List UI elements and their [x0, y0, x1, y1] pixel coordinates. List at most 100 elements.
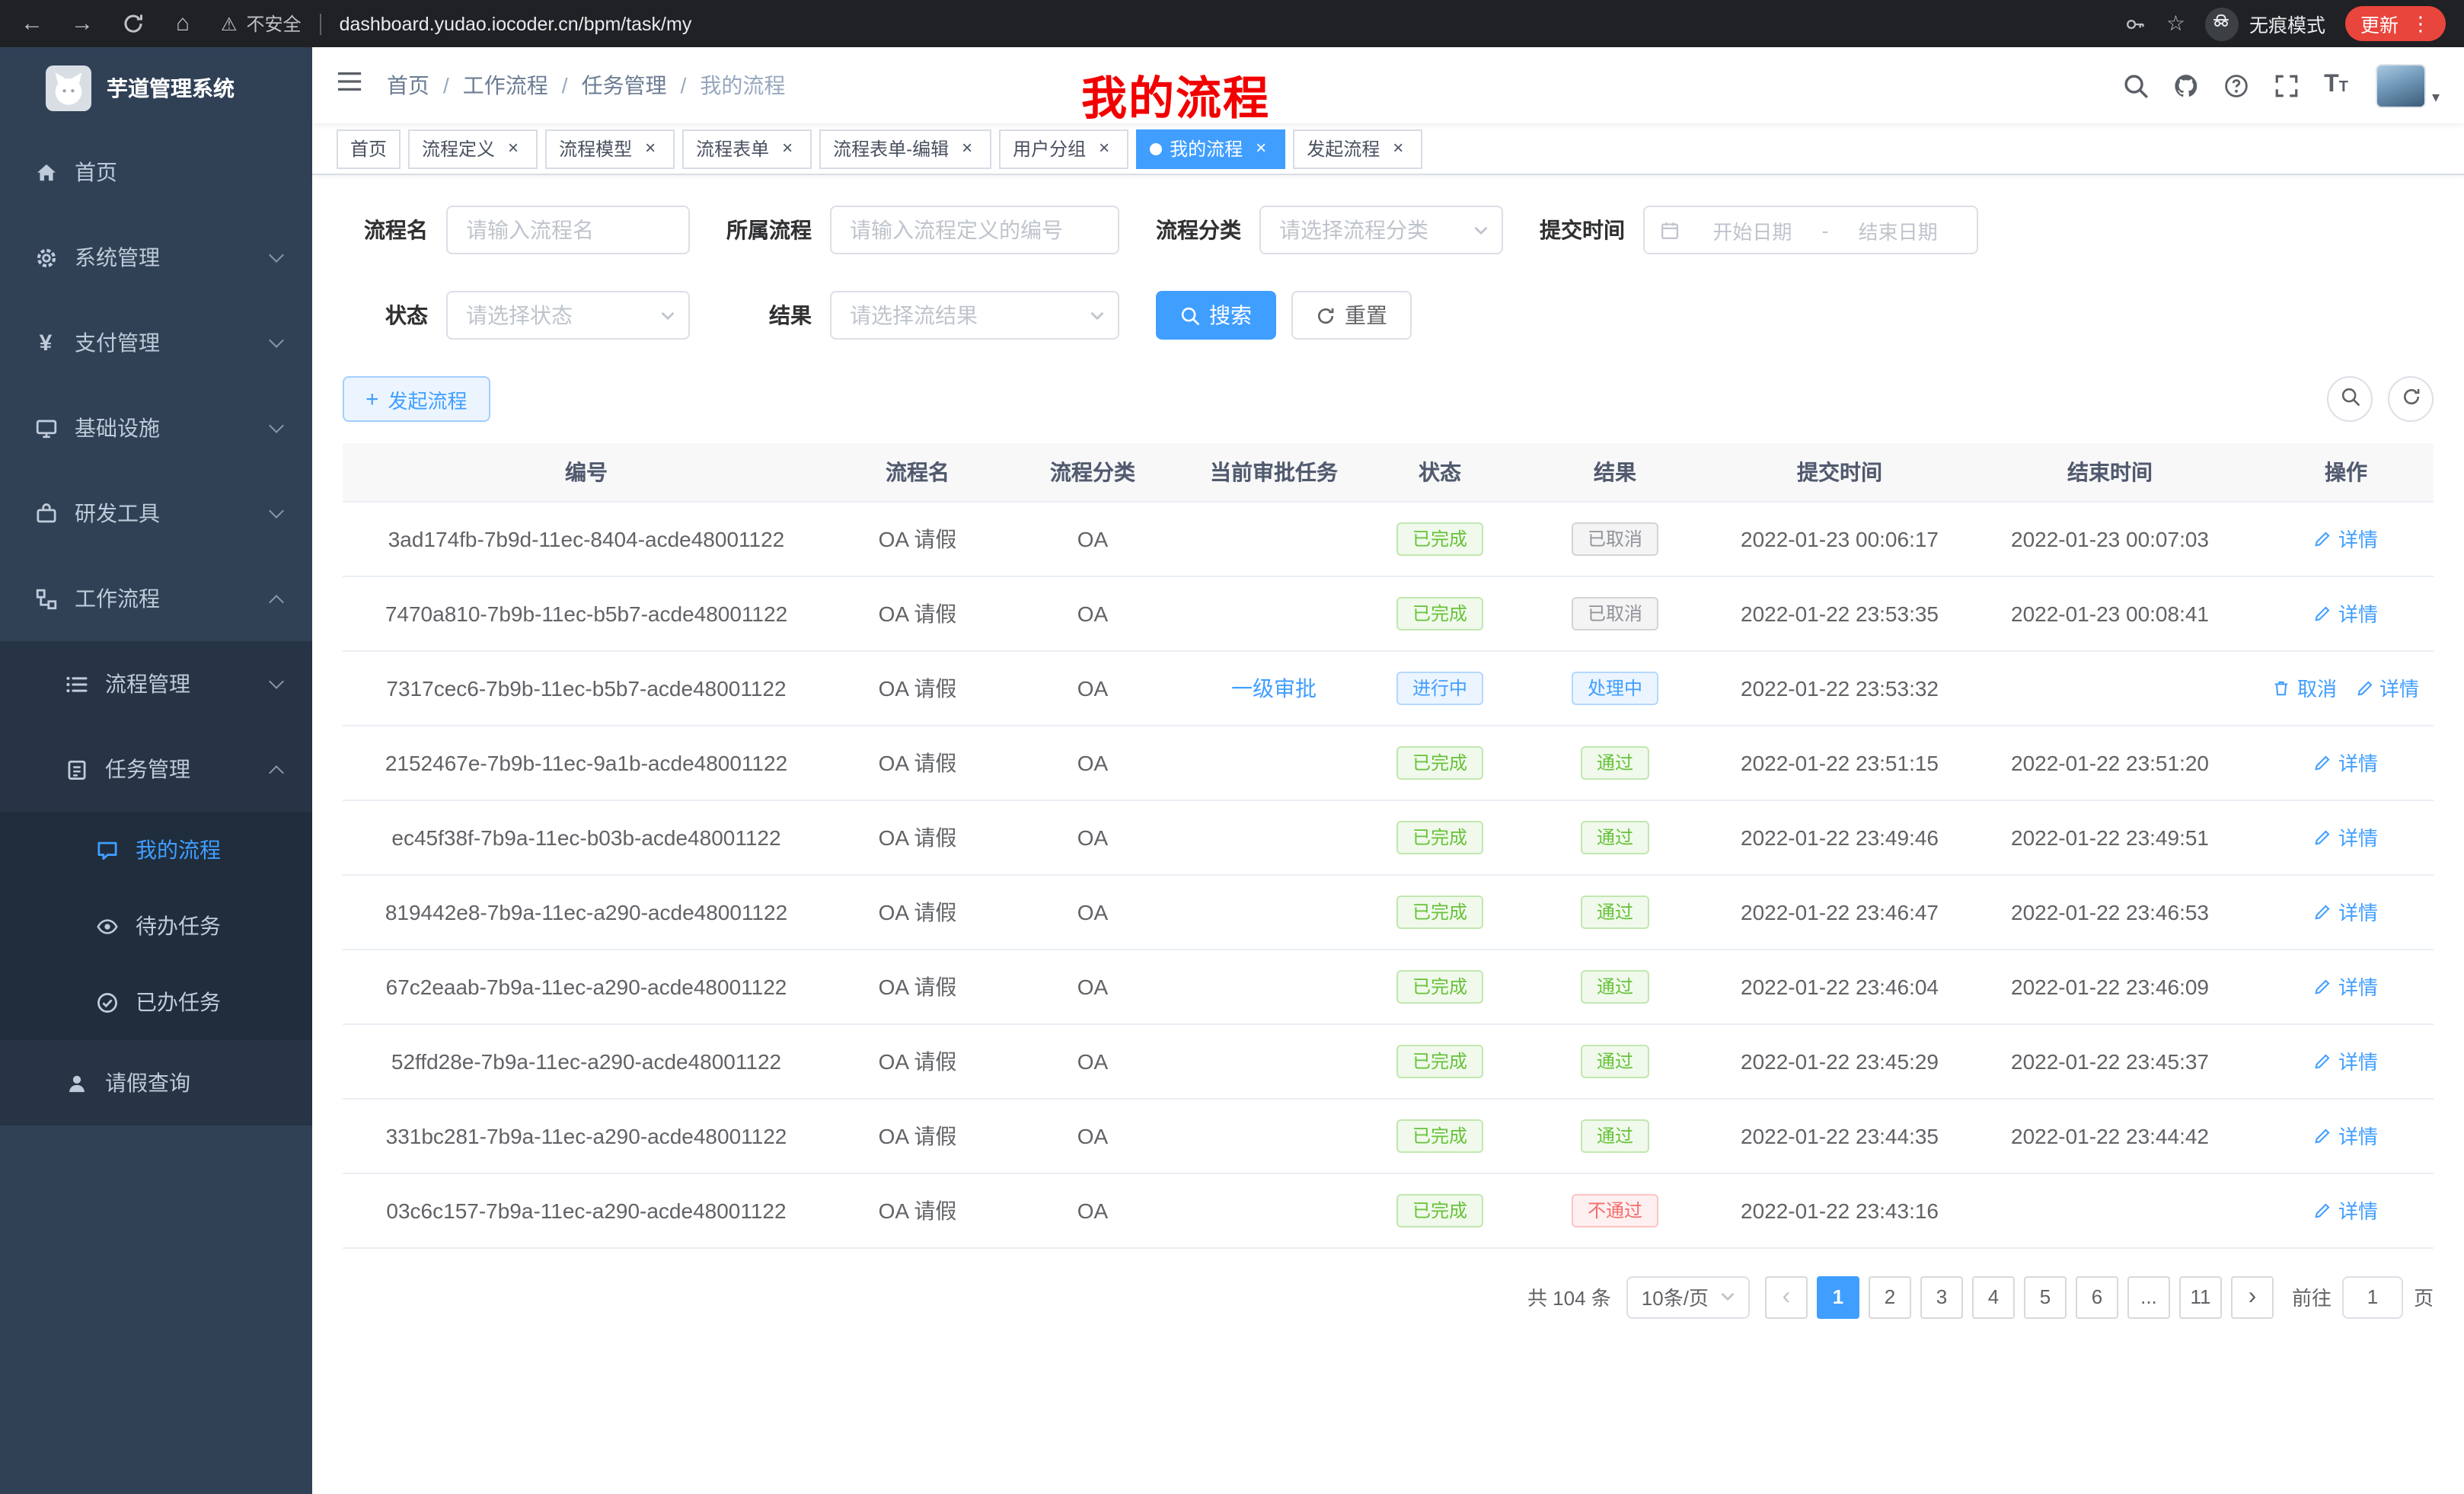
tab-label: 流程表单 [696, 136, 769, 161]
sidebar-item-home[interactable]: 首页 [0, 129, 312, 215]
cell-process-name: OA 请假 [830, 874, 1005, 949]
next-page-button[interactable]: › [2231, 1275, 2274, 1318]
address-bar[interactable]: dashboard.yudao.iocoder.cn/bpm/task/my [340, 13, 2107, 34]
cell-id: 7317cec6-7b9b-11ec-b5b7-acde48001122 [343, 650, 830, 725]
page-button-11[interactable]: 11 [2179, 1275, 2222, 1318]
process-name-input[interactable] [446, 206, 690, 254]
column-header: 编号 [343, 443, 830, 501]
page-button-1[interactable]: 1 [1817, 1275, 1859, 1318]
hamburger-icon[interactable] [337, 69, 362, 102]
detail-link[interactable]: 详情 [2314, 822, 2378, 851]
reload-icon[interactable] [119, 12, 146, 35]
status-select[interactable]: 请选择状态 [446, 291, 690, 340]
tab-发起流程[interactable]: 发起流程× [1293, 129, 1422, 168]
sidebar-item-infrastructure[interactable]: 基础设施 [0, 385, 312, 471]
create-process-button[interactable]: + 发起流程 [343, 376, 490, 422]
refresh-table-button[interactable] [2388, 376, 2434, 422]
sidebar-item-my-process[interactable]: 我的流程 [0, 812, 312, 888]
category-select[interactable]: 请选择流程分类 [1259, 206, 1503, 254]
reset-button[interactable]: 重置 [1291, 291, 1412, 340]
page-button-4[interactable]: 4 [1972, 1275, 2015, 1318]
pencil-icon [2314, 529, 2332, 547]
search-button[interactable]: 搜索 [1156, 291, 1276, 340]
page-size-select[interactable]: 10条/页 [1626, 1275, 1750, 1318]
current-task-link[interactable]: 一级审批 [1231, 675, 1317, 700]
detail-link[interactable]: 详情 [2314, 599, 2378, 627]
browser-menu-icon[interactable]: ⋮ [2411, 11, 2430, 36]
detail-link[interactable]: 详情 [2314, 972, 2378, 1001]
sidebar-item-devtools[interactable]: 研发工具 [0, 471, 312, 556]
tab-流程表单-编辑[interactable]: 流程表单-编辑× [819, 129, 991, 168]
app-logo[interactable]: 芋道管理系统 [0, 47, 312, 129]
cell-actions: 取消详情 [2258, 650, 2434, 725]
detail-link[interactable]: 详情 [2314, 748, 2378, 777]
close-icon[interactable]: × [777, 138, 798, 159]
browser-update-button[interactable]: 更新 ⋮ [2345, 6, 2446, 41]
cancel-link[interactable]: 取消 [2273, 673, 2337, 702]
cell-actions: 详情 [2258, 1098, 2434, 1173]
tab-首页[interactable]: 首页 [337, 129, 401, 168]
cell-category: OA [1005, 650, 1180, 725]
pencil-icon [2314, 1201, 2332, 1219]
search-button-label: 搜索 [1209, 300, 1252, 330]
close-icon[interactable]: × [1093, 138, 1115, 159]
goto-page-input[interactable] [2342, 1275, 2403, 1318]
sidebar-item-done-tasks[interactable]: 已办任务 [0, 964, 312, 1040]
detail-link[interactable]: 详情 [2314, 897, 2378, 926]
chevron-down-icon [659, 307, 676, 324]
breadcrumb-item[interactable]: 工作流程 [463, 70, 548, 101]
breadcrumb-item[interactable]: 首页 [387, 70, 429, 101]
sidebar-item-task-management[interactable]: 任务管理 [0, 726, 312, 812]
detail-link[interactable]: 详情 [2314, 524, 2378, 553]
close-icon[interactable]: × [1250, 138, 1272, 159]
sidebar-item-label: 基础设施 [75, 413, 271, 443]
close-icon[interactable]: × [503, 138, 524, 159]
user-menu[interactable]: ▾ [2376, 63, 2440, 107]
detail-link[interactable]: 详情 [2314, 1196, 2378, 1224]
column-header: 状态 [1368, 443, 1512, 501]
detail-link[interactable]: 详情 [2314, 1046, 2378, 1075]
tab-用户分组[interactable]: 用户分组× [999, 129, 1128, 168]
sidebar-item-todo-tasks[interactable]: 待办任务 [0, 888, 312, 964]
result-select[interactable]: 请选择流结果 [830, 291, 1119, 340]
detail-link[interactable]: 详情 [2355, 673, 2419, 702]
sidebar-item-process-management[interactable]: 流程管理 [0, 641, 312, 726]
search-icon[interactable] [2123, 72, 2149, 98]
tab-流程表单[interactable]: 流程表单 × [682, 129, 812, 168]
page-button-3[interactable]: 3 [1920, 1275, 1963, 1318]
github-icon[interactable] [2173, 72, 2199, 98]
sidebar-item-workflow[interactable]: 工作流程 [0, 556, 312, 641]
sidebar: 芋道管理系统 首页系统管理¥支付管理基础设施研发工具工作流程流程管理任务管理我的… [0, 47, 312, 1494]
sidebar-item-payment[interactable]: ¥支付管理 [0, 300, 312, 385]
sidebar-item-system[interactable]: 系统管理 [0, 215, 312, 300]
page-button-2[interactable]: 2 [1869, 1275, 1911, 1318]
tab-流程定义[interactable]: 流程定义× [408, 129, 538, 168]
page-button-5[interactable]: 5 [2024, 1275, 2067, 1318]
close-icon[interactable]: × [640, 138, 661, 159]
bookmark-star-icon[interactable]: ☆ [2166, 11, 2185, 37]
close-icon[interactable]: × [1387, 138, 1409, 159]
cell-process-name: OA 请假 [830, 1173, 1005, 1247]
sidebar-item-leave-query[interactable]: 请假查询 [0, 1040, 312, 1125]
breadcrumb-item[interactable]: 任务管理 [582, 70, 667, 101]
toggle-search-button[interactable] [2327, 376, 2373, 422]
page-button-6[interactable]: 6 [2076, 1275, 2118, 1318]
fullscreen-icon[interactable] [2274, 72, 2300, 98]
font-size-icon[interactable]: TT [2324, 72, 2348, 99]
close-icon[interactable]: × [956, 138, 978, 159]
cell-status: 已完成 [1368, 576, 1512, 650]
submit-time-range[interactable]: 开始日期 - 结束日期 [1643, 206, 1978, 254]
tab-流程模型[interactable]: 流程模型× [545, 129, 675, 168]
forward-icon[interactable]: → [69, 11, 96, 37]
owner-process-input[interactable] [830, 206, 1119, 254]
back-icon[interactable]: ← [18, 11, 46, 37]
password-key-icon[interactable] [2125, 13, 2146, 34]
browser-home-icon[interactable]: ⌂ [169, 11, 196, 37]
security-indicator[interactable]: ⚠ 不安全 [221, 11, 302, 37]
prev-page-button[interactable]: ‹ [1765, 1275, 1808, 1318]
help-icon[interactable] [2223, 72, 2249, 98]
tab-我的流程[interactable]: 我的流程× [1136, 129, 1285, 168]
breadcrumb: 首页/工作流程/任务管理/我的流程 [387, 70, 785, 101]
detail-link[interactable]: 详情 [2314, 1121, 2378, 1150]
cell-submit-time: 2022-01-22 23:43:16 [1718, 1173, 1961, 1247]
